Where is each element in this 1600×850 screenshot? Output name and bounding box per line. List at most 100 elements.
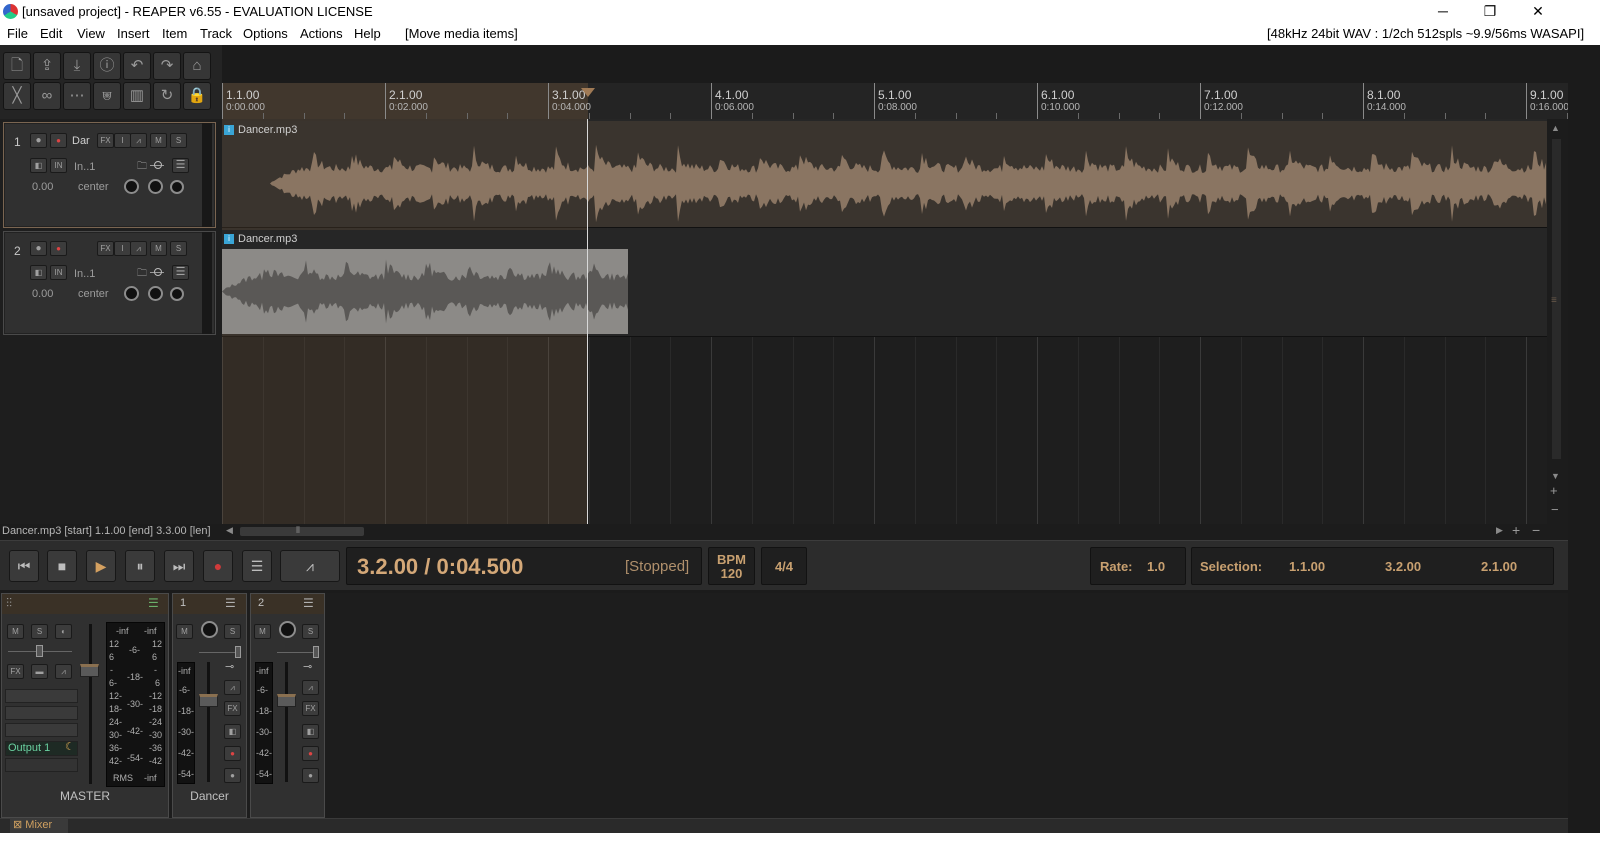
- mixer-strip-2[interactable]: 2 ☰ M S -inf -6- -18- -30- -42- -54- ⊸ ⩘…: [250, 593, 325, 818]
- strip-record-arm-button[interactable]: ●: [302, 768, 319, 783]
- track-input-label[interactable]: In..1: [74, 268, 95, 280]
- input-phase-button[interactable]: IN: [50, 265, 67, 280]
- track-pan-value[interactable]: center: [78, 288, 109, 300]
- menu-track[interactable]: Track: [200, 26, 232, 41]
- minimize-button[interactable]: ─: [1420, 0, 1466, 23]
- scroll-left-icon[interactable]: ◀: [226, 525, 233, 536]
- track-header-1[interactable]: 1 ● ● Dar FX I ⩘ M S ◧ IN In..1 🗀 ☰ 0.00…: [3, 122, 216, 228]
- maximize-button[interactable]: ❐: [1467, 0, 1513, 23]
- width-knob[interactable]: [170, 180, 184, 194]
- strip-fader-handle[interactable]: [277, 694, 296, 707]
- media-item[interactable]: i Dancer.mp3: [222, 230, 628, 335]
- track-solo-button[interactable]: S: [170, 133, 187, 148]
- master-io-button[interactable]: ▬: [31, 664, 48, 679]
- fx-slot[interactable]: [5, 723, 78, 737]
- edit-cursor[interactable]: [587, 119, 588, 524]
- go-to-start-button[interactable]: ⏮: [9, 550, 39, 582]
- media-item[interactable]: i Dancer.mp3: [222, 121, 1547, 227]
- track-solo-button[interactable]: S: [170, 241, 187, 256]
- loop-icon[interactable]: ↻: [153, 82, 181, 110]
- strip-envelope-button[interactable]: ⩘: [224, 680, 241, 695]
- strip-mute-button[interactable]: M: [176, 624, 193, 639]
- bpm-value[interactable]: 120: [709, 566, 754, 581]
- strip-width-slider[interactable]: [199, 652, 239, 653]
- strip-width-handle[interactable]: [313, 646, 319, 658]
- record-button[interactable]: ●: [203, 550, 233, 582]
- strip-monitor-button[interactable]: ●: [302, 746, 319, 761]
- envelope-move-icon[interactable]: ⩐: [93, 82, 121, 110]
- strip-pan-knob[interactable]: [201, 621, 218, 638]
- selection-start[interactable]: 1.1.00: [1289, 559, 1325, 574]
- rate-value[interactable]: 1.0: [1147, 559, 1165, 574]
- track-menu-button[interactable]: ☰: [172, 265, 189, 280]
- folder-icon[interactable]: 🗀: [137, 159, 147, 176]
- record-arm-button[interactable]: ●: [30, 133, 47, 148]
- position-display[interactable]: 3.2.00 / 0:04.500 [Stopped]: [346, 547, 702, 585]
- zoom-in-icon[interactable]: +: [1550, 483, 1558, 498]
- strip-fader-track[interactable]: [285, 662, 288, 782]
- master-solo-button[interactable]: S: [31, 624, 48, 639]
- info-icon[interactable]: i: [224, 234, 234, 244]
- strip-menu-icon[interactable]: ☰: [225, 596, 236, 610]
- scroll-grip-icon[interactable]: ≡: [1551, 295, 1557, 306]
- track-envelope-button[interactable]: ⩘: [130, 241, 147, 256]
- playhead-marker-icon[interactable]: [581, 88, 595, 97]
- repeat-toggle-button[interactable]: ☰: [242, 550, 272, 582]
- time-signature-value[interactable]: 4/4: [762, 559, 806, 574]
- selection-display[interactable]: Selection: 1.1.00 3.2.00 2.1.00: [1191, 547, 1554, 585]
- close-tab-icon[interactable]: ⊠: [13, 819, 22, 831]
- strip-record-mode-button[interactable]: ◧: [224, 724, 241, 739]
- menu-insert[interactable]: Insert: [117, 26, 150, 41]
- master-envelope-button[interactable]: ⩘: [55, 664, 72, 679]
- scroll-up-icon[interactable]: ▲: [1551, 123, 1560, 133]
- width-knob[interactable]: [170, 287, 184, 301]
- track-volume-value[interactable]: 0.00: [32, 181, 53, 193]
- menu-view[interactable]: View: [77, 26, 105, 41]
- menu-help[interactable]: Help: [354, 26, 381, 41]
- strip-solo-button[interactable]: S: [302, 624, 319, 639]
- play-button[interactable]: ▶: [86, 550, 116, 582]
- project-settings-icon[interactable]: ⓘ: [93, 52, 121, 80]
- zoom-in-icon[interactable]: +: [1512, 522, 1520, 538]
- auto-crossfade-icon[interactable]: ⋯: [63, 82, 91, 110]
- fx-slot[interactable]: [5, 706, 78, 720]
- strip-fader-handle[interactable]: [199, 694, 218, 707]
- open-project-icon[interactable]: ⇪: [33, 52, 61, 80]
- strip-width-slider[interactable]: [277, 652, 317, 653]
- strip-record-arm-button[interactable]: ●: [224, 768, 241, 783]
- master-menu-icon[interactable]: ☰: [148, 596, 159, 610]
- track-io-button[interactable]: I: [114, 133, 131, 148]
- strip-mute-button[interactable]: M: [254, 624, 271, 639]
- menu-edit[interactable]: Edit: [40, 26, 62, 41]
- fx-slot[interactable]: [5, 689, 78, 703]
- audio-device-status[interactable]: [48kHz 24bit WAV : 1/2ch 512spls ~9.9/56…: [1267, 26, 1584, 41]
- master-fader-handle[interactable]: [80, 664, 99, 677]
- strip-pan-knob[interactable]: [279, 621, 296, 638]
- track-header-2[interactable]: 2 ● ● FX I ⩘ M S ◧ IN In..1 🗀 ☰ 0.00 cen…: [3, 231, 216, 335]
- record-arm-button[interactable]: ●: [30, 241, 47, 256]
- track-mute-button[interactable]: M: [150, 241, 167, 256]
- master-strip[interactable]: ⫶⫶ ☰ M S ◐ FX ▬ ⩘ Output 1 ☾ -inf -inf 1…: [1, 593, 169, 818]
- output-slot[interactable]: [5, 758, 78, 772]
- close-button[interactable]: ✕: [1515, 0, 1561, 23]
- strip-monitor-button[interactable]: ●: [224, 746, 241, 761]
- strip-phase-icon[interactable]: ⊸: [225, 660, 234, 673]
- strip-fx-button[interactable]: FX: [302, 701, 319, 716]
- pause-button[interactable]: ⏸: [125, 550, 155, 582]
- pan-knob[interactable]: [148, 286, 163, 301]
- master-mono-button[interactable]: ◐: [55, 624, 72, 639]
- track-name[interactable]: Dar: [72, 135, 90, 147]
- info-icon[interactable]: i: [224, 125, 234, 135]
- strip-width-handle[interactable]: [235, 646, 241, 658]
- ripple-edit-icon[interactable]: ╳: [3, 82, 31, 110]
- snap-grid-icon[interactable]: ▥: [123, 82, 151, 110]
- pan-knob[interactable]: [148, 179, 163, 194]
- strip-menu-icon[interactable]: ☰: [303, 596, 314, 610]
- record-mode-button[interactable]: ◧: [30, 265, 47, 280]
- master-pan-handle[interactable]: [36, 645, 43, 657]
- stop-button[interactable]: ■: [47, 550, 77, 582]
- save-project-icon[interactable]: ⤓: [63, 52, 91, 80]
- horizontal-scrollbar[interactable]: ◀ ⦀ ▶ + −: [222, 522, 1568, 540]
- track-menu-button[interactable]: ☰: [172, 158, 189, 173]
- menu-file[interactable]: File: [7, 26, 28, 41]
